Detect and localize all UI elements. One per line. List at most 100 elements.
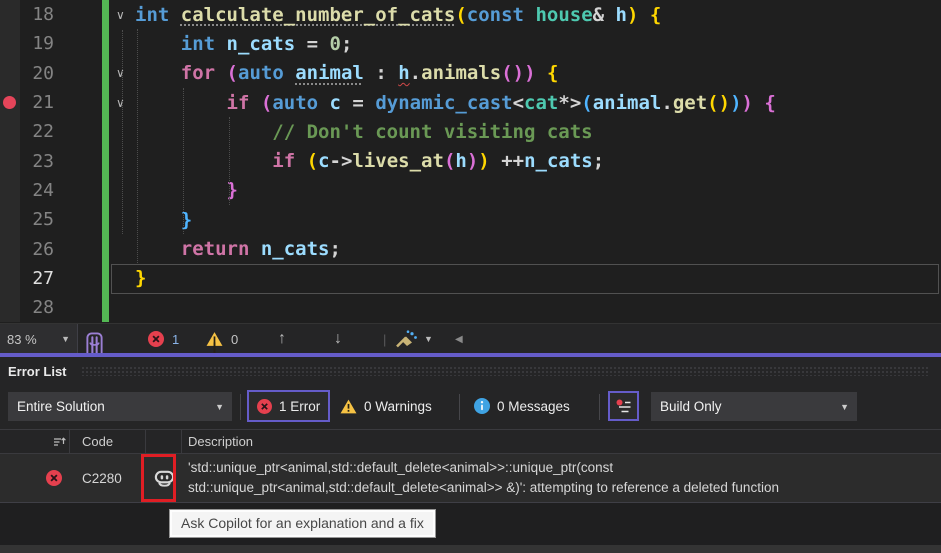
suggestion-column-header[interactable] (146, 430, 182, 453)
code-column-header[interactable]: Code (70, 430, 146, 453)
error-table-header: Code Description (0, 429, 941, 454)
change-tracking-bar (102, 59, 109, 88)
breakpoint-gutter-cell[interactable] (0, 293, 20, 322)
code-line[interactable]: 22 // Don't count visiting cats (0, 117, 941, 146)
code-text[interactable]: int calculate_number_of_cats(const house… (135, 4, 661, 26)
scroll-left-icon[interactable]: ◀ (455, 324, 463, 354)
code-editor[interactable]: 18 ∨int calculate_number_of_cats(const ho… (0, 0, 941, 323)
change-tracking-bar (102, 88, 109, 117)
code-text[interactable]: for (auto animal : h.animals()) { (135, 62, 558, 84)
description-column-header[interactable]: Description (182, 430, 941, 453)
breakpoint-gutter-cell[interactable] (0, 0, 20, 29)
line-number[interactable]: 28 (20, 297, 54, 318)
line-number[interactable]: 20 (20, 63, 54, 84)
line-number[interactable]: 22 (20, 121, 54, 142)
warnings-toggle-label: 0 Warnings (364, 399, 432, 414)
error-table-row[interactable]: C2280 'std::unique_ptr<animal,std::defaul… (0, 454, 941, 503)
highlight-annotation-box (141, 454, 176, 502)
change-tracking-bar (102, 234, 109, 263)
build-filter-dropdown[interactable]: Build Only ▼ (651, 392, 857, 421)
breakpoint-gutter-cell[interactable] (0, 234, 20, 263)
sort-severity-icon (53, 435, 66, 448)
chevron-down-icon: ▼ (61, 324, 70, 354)
code-line[interactable]: 18 ∨int calculate_number_of_cats(const ho… (0, 0, 941, 29)
chevron-down-icon: ▼ (215, 402, 224, 412)
code-line[interactable]: 25 } (0, 205, 941, 234)
breakpoint-gutter-cell[interactable] (0, 59, 20, 88)
code-line[interactable]: 24 } (0, 176, 941, 205)
code-text[interactable]: } (135, 179, 238, 201)
divider (599, 394, 600, 420)
errors-toggle-button[interactable]: 1 Error (247, 390, 330, 422)
code-line[interactable]: 28 (0, 293, 941, 322)
navigate-up-icon[interactable]: ↑ (278, 324, 286, 354)
error-list-titlebar[interactable]: Error List (0, 357, 941, 385)
line-number[interactable]: 19 (20, 33, 54, 54)
current-line-highlight (111, 264, 939, 294)
breakpoint-gutter-cell[interactable] (0, 117, 20, 146)
code-line[interactable]: 21∨ if (auto c = dynamic_cast<cat*>(anim… (0, 88, 941, 117)
copilot-suggestion-cell[interactable] (146, 454, 182, 502)
titlebar-drag-area[interactable] (81, 366, 929, 376)
divider: | (383, 324, 386, 354)
severity-cell (38, 454, 70, 502)
code-text[interactable]: int n_cats = 0; (135, 33, 352, 55)
change-tracking-bar (102, 146, 109, 175)
error-count: 1 (172, 324, 179, 354)
error-code[interactable]: C2280 (70, 454, 146, 502)
filter-issues-button[interactable] (608, 391, 639, 421)
code-line[interactable]: 23 if (c->lives_at(h)) ++n_cats; (0, 146, 941, 175)
code-text[interactable]: if (auto c = dynamic_cast<cat*>(animal.g… (135, 92, 776, 114)
info-icon (474, 398, 490, 414)
line-number[interactable]: 21 (20, 92, 54, 113)
breakpoint-gutter-cell[interactable] (0, 146, 20, 175)
breakpoint-gutter-cell[interactable] (0, 205, 20, 234)
breakpoint-gutter-cell[interactable] (0, 176, 20, 205)
code-line[interactable]: 26 return n_cats; (0, 234, 941, 263)
line-number[interactable]: 27 (20, 268, 54, 289)
errors-toggle-label: 1 Error (279, 399, 320, 414)
warnings-toggle-button[interactable]: 0 Warnings (332, 390, 440, 422)
line-number[interactable]: 23 (20, 151, 54, 172)
scope-filter-dropdown[interactable]: Entire Solution ▼ (8, 392, 232, 421)
error-list-panel: Error List Entire Solution ▼ 1 Error 0 W… (0, 357, 941, 553)
issue-filter-icon (615, 398, 632, 415)
breakpoint-gutter-cell[interactable] (0, 264, 20, 293)
code-text[interactable]: return n_cats; (135, 238, 341, 260)
code-line[interactable]: 20∨ for (auto animal : h.animals()) { (0, 59, 941, 88)
error-icon (46, 470, 62, 486)
chevron-down-icon: ▼ (840, 402, 849, 412)
error-description[interactable]: 'std::unique_ptr<animal,std::default_del… (182, 454, 941, 502)
divider (240, 394, 241, 420)
severity-column-header[interactable] (38, 430, 70, 453)
chevron-down-icon[interactable]: ▼ (424, 324, 433, 354)
line-number[interactable]: 25 (20, 209, 54, 230)
messages-toggle-button[interactable]: 0 Messages (466, 390, 578, 422)
flag-column-header[interactable] (0, 430, 38, 453)
indent-guide (229, 117, 230, 205)
change-tracking-bar (102, 117, 109, 146)
error-list-toolbar: Entire Solution ▼ 1 Error 0 Warnings 0 M… (0, 385, 941, 429)
navigate-down-icon[interactable]: ↓ (334, 324, 342, 354)
fold-guide (122, 30, 123, 234)
panel-title: Error List (8, 364, 67, 379)
code-text[interactable]: if (c->lives_at(h)) ++n_cats; (135, 150, 604, 172)
messages-toggle-label: 0 Messages (497, 399, 570, 414)
line-number[interactable]: 18 (20, 4, 54, 25)
code-line[interactable]: 19 int n_cats = 0; (0, 29, 941, 58)
zoom-level: 83 % (7, 324, 37, 354)
breakpoint-gutter-cell[interactable] (0, 88, 20, 117)
breakpoint-icon[interactable] (3, 96, 16, 109)
line-number[interactable]: 26 (20, 239, 54, 260)
fold-arrow-icon[interactable]: ∨ (109, 8, 135, 22)
change-tracking-bar (102, 264, 109, 293)
warning-icon (340, 399, 357, 414)
code-text[interactable]: // Don't count visiting cats (135, 121, 593, 143)
line-number[interactable]: 24 (20, 180, 54, 201)
zoom-selector[interactable]: 83 % ▼ (0, 324, 78, 354)
divider (459, 394, 460, 420)
change-tracking-bar (102, 205, 109, 234)
breakpoint-gutter-cell[interactable] (0, 29, 20, 58)
change-tracking-bar (102, 0, 109, 29)
indent-guide (183, 88, 184, 234)
